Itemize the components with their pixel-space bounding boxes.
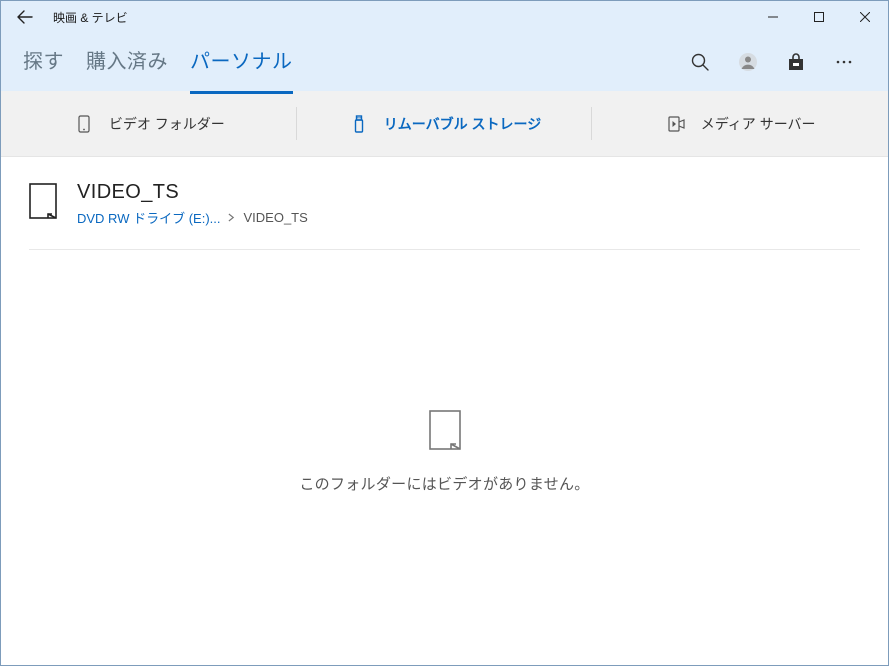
empty-folder-icon: [429, 410, 461, 455]
folder-header: VIDEO_TS DVD RW ドライブ (E:)... VIDEO_TS: [29, 181, 860, 250]
more-icon: [834, 52, 854, 72]
maximize-icon: [814, 12, 824, 22]
search-icon: [690, 52, 710, 72]
tab-purchased[interactable]: 購入済み: [86, 45, 168, 80]
minimize-icon: [768, 12, 778, 22]
content-area: VIDEO_TS DVD RW ドライブ (E:)... VIDEO_TS: [1, 157, 888, 665]
shopping-bag-icon: [786, 52, 806, 72]
empty-message: このフォルダーにはビデオがありません。: [299, 473, 589, 494]
more-button[interactable]: [820, 38, 868, 86]
breadcrumb-drive-link[interactable]: DVD RW ドライブ (E:)...: [77, 208, 220, 227]
folder-page-icon: [29, 183, 57, 219]
close-icon: [860, 12, 870, 22]
subtab-label: リムーバブル ストレージ: [384, 114, 541, 134]
empty-state: このフォルダーにはビデオがありません。: [29, 250, 860, 665]
chevron-right-icon: [228, 210, 235, 225]
source-tabs: ビデオ フォルダー リムーバブル ストレージ メディア: [1, 91, 888, 157]
user-icon: [738, 52, 758, 72]
folder-title: VIDEO_TS: [77, 181, 308, 204]
titlebar: 映画 & テレビ: [1, 1, 888, 33]
maximize-button[interactable]: [796, 1, 842, 33]
breadcrumb: DVD RW ドライブ (E:)... VIDEO_TS: [77, 208, 308, 227]
account-button[interactable]: [724, 38, 772, 86]
app-window: 映画 & テレビ 探す 購入済み パーソナル: [0, 0, 889, 666]
app-title: 映画 & テレビ: [53, 9, 128, 26]
breadcrumb-current: VIDEO_TS: [243, 210, 307, 225]
subtab-video-folders[interactable]: ビデオ フォルダー: [1, 91, 297, 156]
search-button[interactable]: [676, 38, 724, 86]
close-button[interactable]: [842, 1, 888, 33]
usb-drive-icon: [348, 113, 370, 135]
subtab-label: メディア サーバー: [701, 114, 816, 134]
subtab-label: ビデオ フォルダー: [109, 114, 225, 134]
subtab-removable-storage[interactable]: リムーバブル ストレージ: [297, 91, 593, 156]
back-button[interactable]: [1, 1, 49, 33]
subtab-media-servers[interactable]: メディア サーバー: [592, 91, 888, 156]
minimize-button[interactable]: [750, 1, 796, 33]
store-button[interactable]: [772, 38, 820, 86]
tab-explore[interactable]: 探す: [23, 45, 64, 80]
device-phone-icon: [73, 113, 95, 135]
main-nav: 探す 購入済み パーソナル: [1, 33, 888, 91]
back-arrow-icon: [17, 9, 33, 25]
media-server-icon: [665, 113, 687, 135]
tab-personal[interactable]: パーソナル: [190, 45, 293, 80]
